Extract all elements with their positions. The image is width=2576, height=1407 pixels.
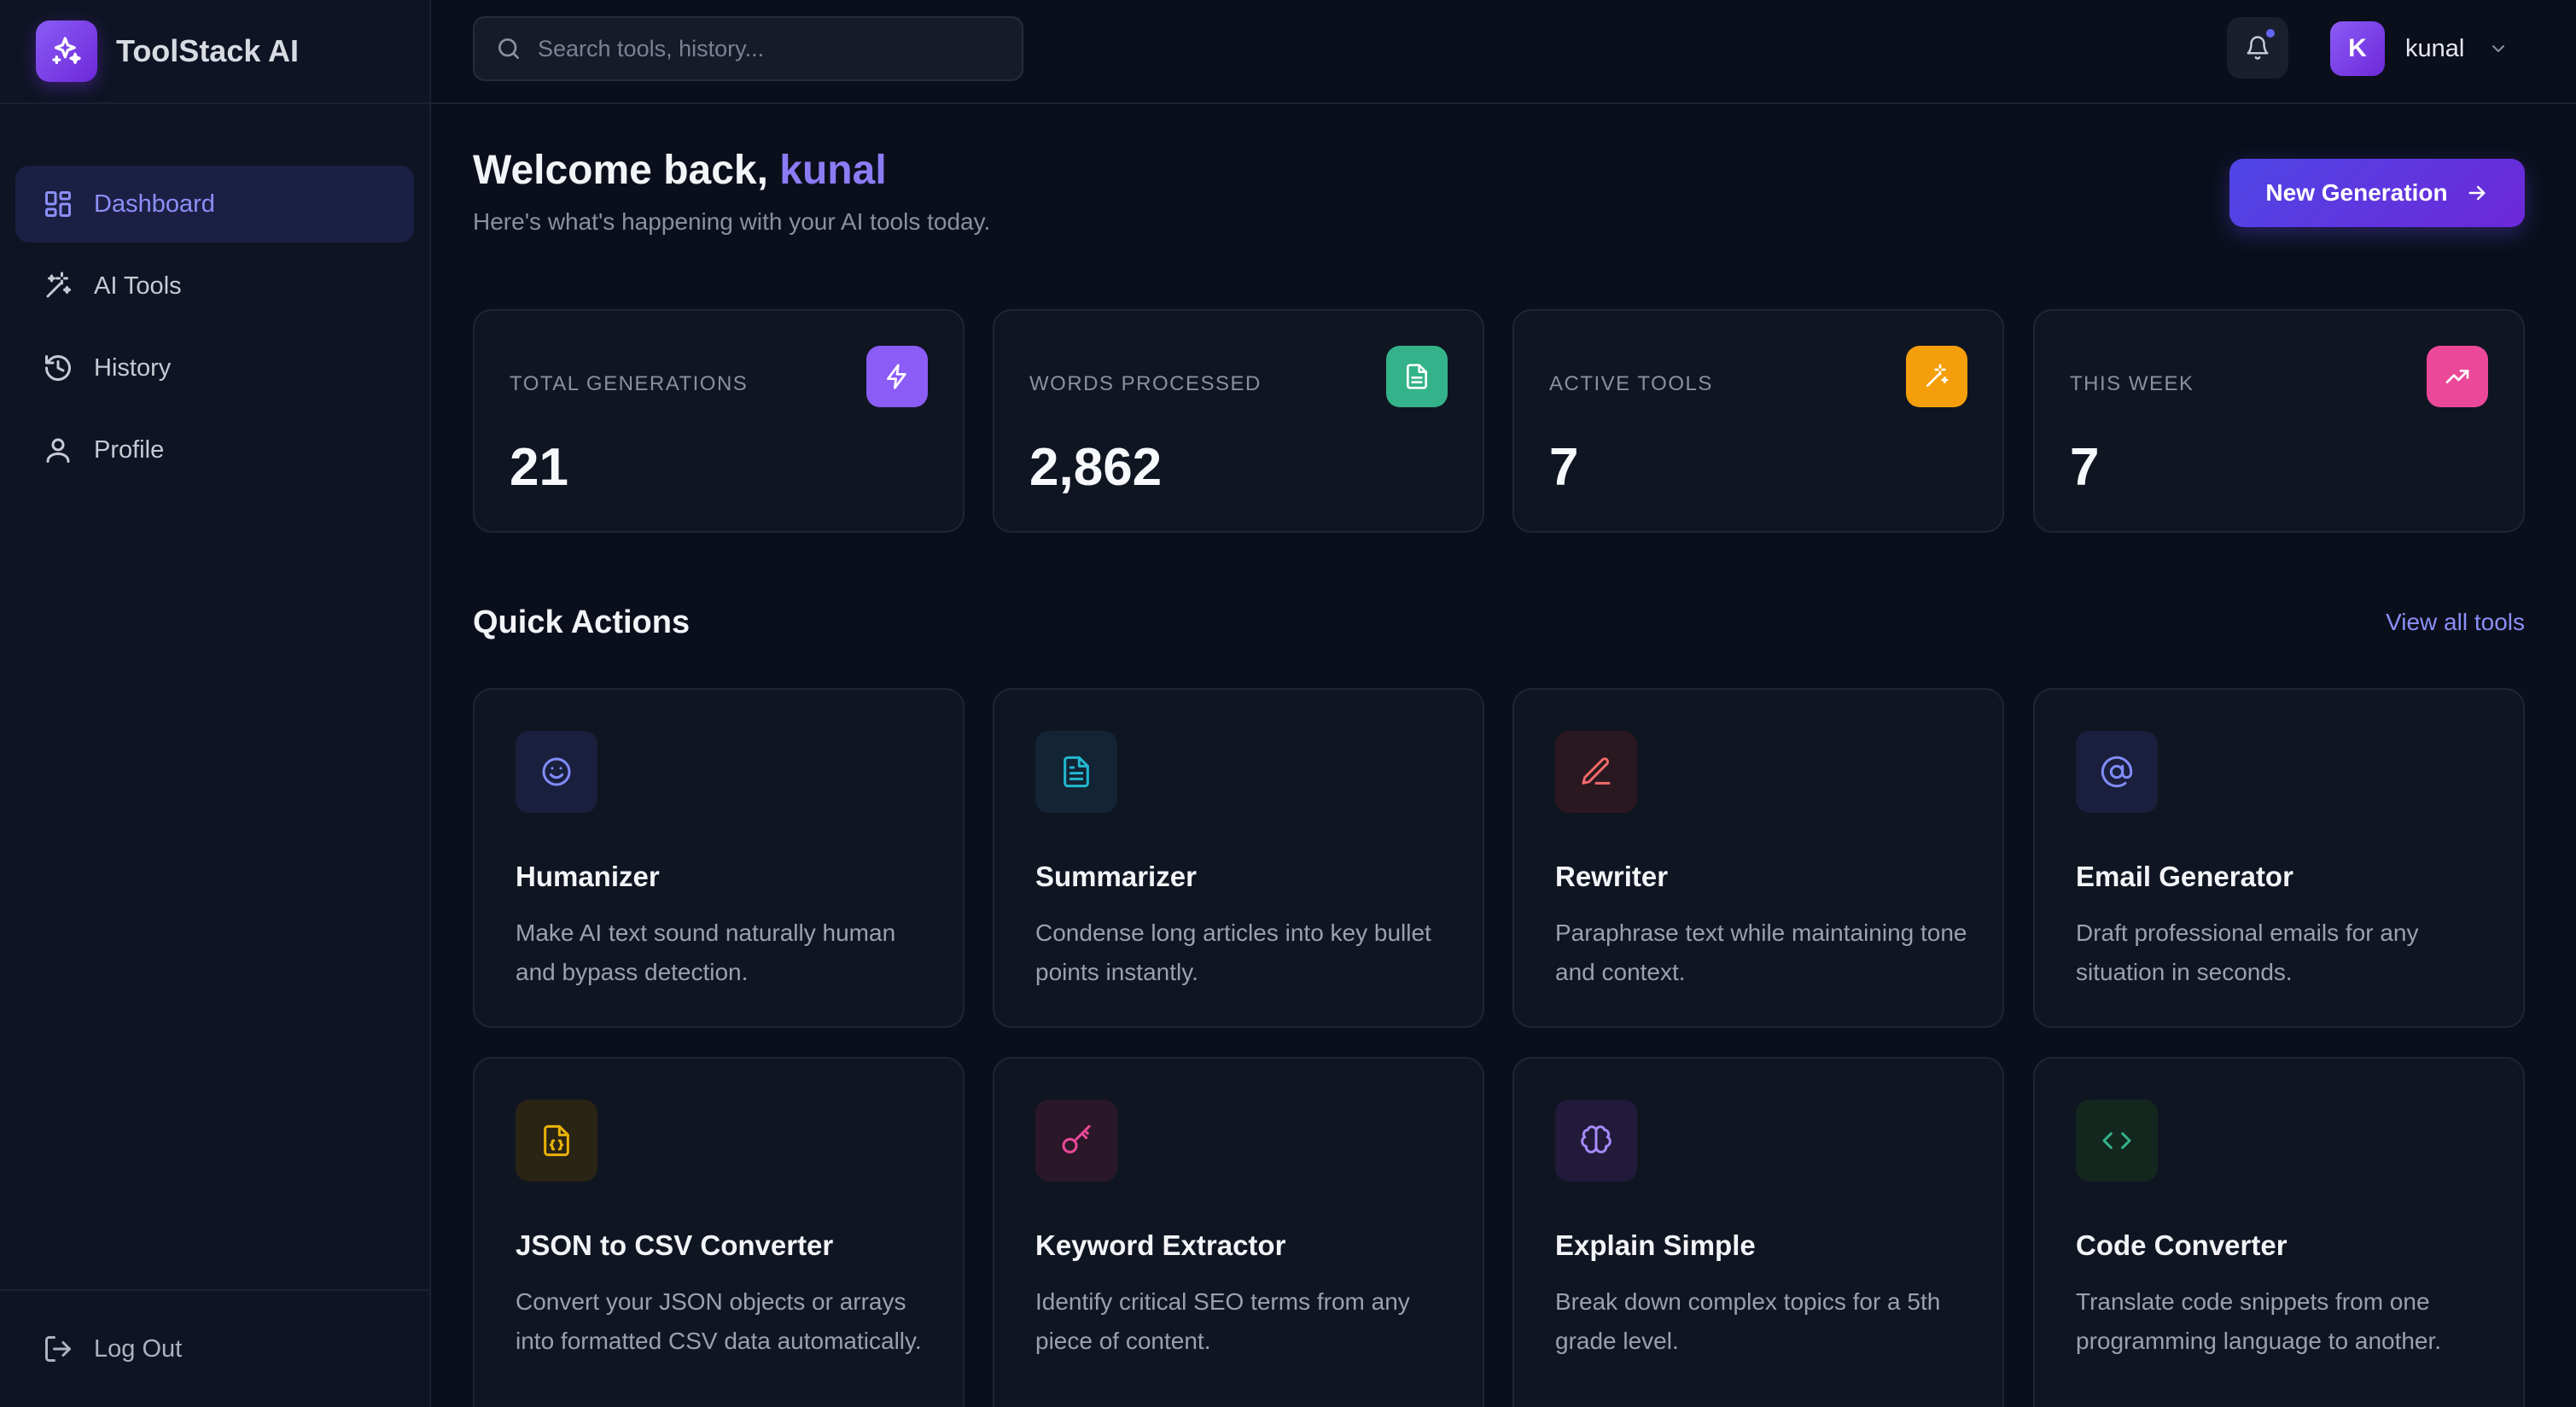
stat-card-words-processed: Words Processed 2,862 bbox=[993, 309, 1484, 533]
tool-card-explain-simple[interactable]: Explain Simple Break down complex topics… bbox=[1512, 1057, 2004, 1407]
document-icon bbox=[1386, 346, 1448, 407]
chevron-down-icon bbox=[2492, 45, 2505, 52]
tool-card-description: Identify critical SEO terms from any pie… bbox=[1035, 1288, 1410, 1354]
arrow-right-icon bbox=[2468, 185, 2486, 201]
stat-card-this-week: This Week 7 bbox=[2033, 309, 2525, 533]
sidebar-item-label: History bbox=[94, 353, 172, 382]
sidebar-item-label: Profile bbox=[94, 435, 165, 464]
sidebar-item-profile[interactable]: Profile bbox=[15, 412, 414, 488]
tool-card-title: Explain Simple bbox=[1555, 1229, 1756, 1261]
stat-label: Words Processed bbox=[1029, 372, 1262, 395]
tool-card-title: Humanizer bbox=[516, 861, 660, 892]
at-sign-icon bbox=[2076, 731, 2158, 813]
welcome-prefix: Welcome back, bbox=[473, 148, 768, 193]
tool-card-description: Translate code snippets from one program… bbox=[2076, 1288, 2442, 1354]
tool-card-description: Condense long articles into key bullet p… bbox=[1035, 920, 1431, 985]
sidebar-item-label: Dashboard bbox=[94, 190, 215, 218]
tool-card-title: Rewriter bbox=[1555, 861, 1669, 892]
tool-card-json-to-csv[interactable]: JSON to CSV Converter Convert your JSON … bbox=[473, 1057, 965, 1407]
tool-card-title: Code Converter bbox=[2076, 1229, 2288, 1261]
page-subtitle: Here's what's happening with your AI too… bbox=[473, 208, 991, 235]
history-icon bbox=[45, 355, 71, 382]
tool-card-title: JSON to CSV Converter bbox=[516, 1229, 834, 1261]
welcome-name: kunal bbox=[779, 148, 887, 193]
tool-card-humanizer[interactable]: Humanizer Make AI text sound naturally h… bbox=[473, 688, 965, 1028]
logout-icon bbox=[45, 1336, 71, 1362]
user-icon bbox=[46, 438, 70, 463]
tool-card-description: Break down complex topics for a 5th grad… bbox=[1555, 1288, 1941, 1354]
stat-value: 21 bbox=[510, 438, 568, 497]
notifications-button[interactable] bbox=[2227, 17, 2288, 79]
tool-card-email-generator[interactable]: Email Generator Draft professional email… bbox=[2033, 688, 2525, 1028]
stat-label: Total Generations bbox=[510, 372, 749, 395]
lightning-icon bbox=[866, 346, 928, 407]
tool-card-title: Email Generator bbox=[2076, 861, 2293, 892]
sparkles-icon bbox=[36, 20, 97, 82]
brand-name: ToolStack AI bbox=[116, 33, 300, 68]
view-all-tools-link[interactable]: View all tools bbox=[2386, 609, 2525, 636]
tool-card-summarizer[interactable]: Summarizer Condense long articles into k… bbox=[993, 688, 1484, 1028]
search-input[interactable] bbox=[538, 35, 1016, 62]
tool-card-title: Summarizer bbox=[1035, 861, 1197, 892]
pencil-icon bbox=[1555, 731, 1637, 813]
notification-dot bbox=[2264, 27, 2276, 39]
new-generation-button[interactable]: New Generation bbox=[2229, 159, 2525, 227]
stat-value: 7 bbox=[2070, 438, 2100, 497]
stats-row: Total Generations 21 Words Processed 2,8… bbox=[473, 309, 2525, 533]
tool-card-description: Draft professional emails for any situat… bbox=[2076, 920, 2419, 985]
stat-value: 2,862 bbox=[1029, 438, 1163, 497]
tool-card-description: Convert your JSON objects or arrays into… bbox=[516, 1288, 922, 1354]
topbar: K kunal bbox=[431, 0, 2576, 104]
magic-wand-icon bbox=[1906, 346, 1967, 407]
stat-card-active-tools: Active Tools 7 bbox=[1512, 309, 2004, 533]
stat-label: This Week bbox=[2070, 372, 2194, 395]
dashboard-grid-icon bbox=[45, 191, 71, 217]
new-generation-label: New Generation bbox=[2265, 179, 2448, 206]
tool-card-code-converter[interactable]: Code Converter Translate code snippets f… bbox=[2033, 1057, 2525, 1407]
tool-card-description: Make AI text sound naturally human and b… bbox=[516, 920, 896, 985]
bell-icon bbox=[2247, 36, 2269, 60]
avatar: K bbox=[2330, 21, 2385, 76]
document-text-icon bbox=[1035, 731, 1117, 813]
key-icon bbox=[1035, 1100, 1117, 1182]
sidebar: ToolStack AI Dashboard AI Tools History bbox=[0, 0, 431, 1407]
magic-wand-icon bbox=[46, 271, 71, 298]
user-menu[interactable]: K kunal bbox=[2330, 20, 2509, 77]
trending-up-icon bbox=[2427, 346, 2488, 407]
code-icon bbox=[2076, 1100, 2158, 1182]
search-box[interactable] bbox=[473, 16, 1023, 81]
stat-label: Active Tools bbox=[1549, 372, 1713, 395]
brand[interactable]: ToolStack AI bbox=[0, 0, 429, 104]
sidebar-item-dashboard[interactable]: Dashboard bbox=[15, 166, 414, 242]
file-json-icon bbox=[516, 1100, 597, 1182]
brain-icon bbox=[1555, 1100, 1637, 1182]
search-icon bbox=[498, 38, 519, 59]
page-title: Welcome back, kunal bbox=[473, 147, 887, 194]
stat-card-total-generations: Total Generations 21 bbox=[473, 309, 965, 533]
logout-button[interactable]: Log Out bbox=[43, 1334, 182, 1364]
tool-card-keyword-extractor[interactable]: Keyword Extractor Identify critical SEO … bbox=[993, 1057, 1484, 1407]
stat-value: 7 bbox=[1549, 438, 1579, 497]
tool-card-rewriter[interactable]: Rewriter Paraphrase text while maintaini… bbox=[1512, 688, 2004, 1028]
tool-card-title: Keyword Extractor bbox=[1035, 1229, 1286, 1261]
sidebar-item-ai-tools[interactable]: AI Tools bbox=[15, 248, 414, 324]
sidebar-item-label: AI Tools bbox=[94, 271, 182, 300]
sidebar-footer: Log Out bbox=[0, 1289, 429, 1407]
sidebar-nav: Dashboard AI Tools History Profile bbox=[0, 104, 429, 488]
smile-icon bbox=[516, 731, 597, 813]
user-name: kunal bbox=[2405, 34, 2465, 62]
sidebar-item-history[interactable]: History bbox=[15, 330, 414, 406]
tool-card-description: Paraphrase text while maintaining tone a… bbox=[1555, 920, 1967, 985]
quick-actions-title: Quick Actions bbox=[473, 604, 691, 640]
logout-label: Log Out bbox=[94, 1334, 183, 1363]
